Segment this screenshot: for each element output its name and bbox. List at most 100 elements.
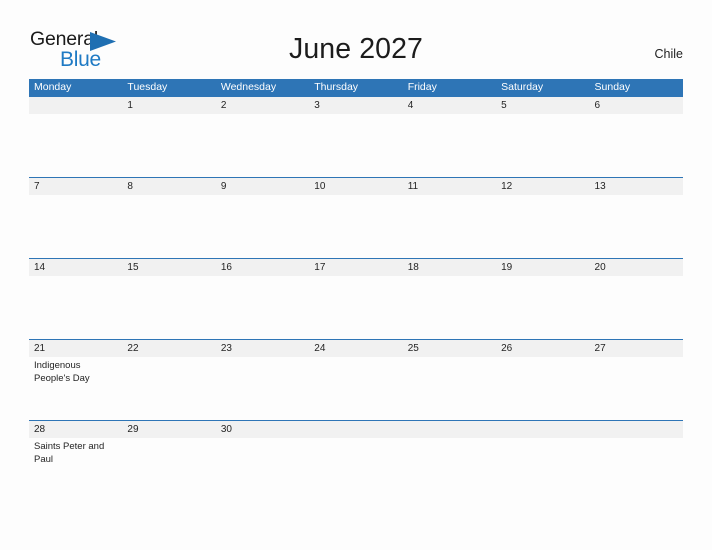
day-number[interactable] [590,421,683,438]
day-number[interactable]: 30 [216,421,309,438]
day-cell[interactable] [29,276,122,339]
day-number[interactable]: 25 [403,340,496,357]
day-cell[interactable] [403,195,496,258]
day-cell[interactable] [122,438,215,501]
day-cell[interactable] [309,114,402,177]
week-date-band: 28 29 30 [29,420,683,438]
day-number[interactable]: 27 [590,340,683,357]
day-number[interactable]: 29 [122,421,215,438]
day-cell[interactable] [403,276,496,339]
day-number[interactable]: 7 [29,178,122,195]
day-number[interactable]: 6 [590,97,683,114]
day-cell[interactable]: Indigenous People's Day [29,357,122,420]
day-number[interactable]: 10 [309,178,402,195]
day-number[interactable]: 3 [309,97,402,114]
weekday-header-row: Monday Tuesday Wednesday Thursday Friday… [29,79,683,96]
weekday-header-tuesday: Tuesday [127,81,168,93]
weekday-header-wednesday: Wednesday [220,81,277,93]
day-cell[interactable] [309,195,402,258]
day-number[interactable]: 9 [216,178,309,195]
page-title: June 2027 [288,33,424,65]
day-number[interactable]: 23 [216,340,309,357]
day-number[interactable]: 14 [29,259,122,276]
day-cell[interactable] [403,438,496,501]
day-cell[interactable] [496,195,589,258]
week-event-band: Indigenous People's Day [29,357,683,420]
day-number[interactable]: 15 [122,259,215,276]
week-row: 28 29 30 Saints Peter and Paul [29,420,683,501]
day-number[interactable]: 18 [403,259,496,276]
day-cell[interactable] [216,195,309,258]
day-number[interactable] [309,421,402,438]
day-cell[interactable] [403,114,496,177]
weekday-header-friday: Friday [407,81,437,93]
day-cell[interactable] [309,438,402,501]
day-cell[interactable] [590,114,683,177]
day-number[interactable] [403,421,496,438]
day-cell[interactable] [590,276,683,339]
day-cell[interactable] [496,114,589,177]
week-row: 1 2 3 4 5 6 [29,96,683,177]
week-date-band: 14 15 16 17 18 19 20 [29,258,683,276]
day-cell[interactable] [216,114,309,177]
weekday-header-sunday: Sunday [594,81,631,93]
day-number[interactable]: 16 [216,259,309,276]
holiday-text: Saints Peter and Paul [34,441,105,465]
day-cell[interactable] [590,357,683,420]
day-cell[interactable] [122,114,215,177]
day-cell[interactable] [403,357,496,420]
day-number[interactable]: 12 [496,178,589,195]
day-cell[interactable] [309,357,402,420]
region-label: Chile [654,47,684,61]
week-event-band [29,114,683,177]
day-number[interactable]: 2 [216,97,309,114]
day-number[interactable] [496,421,589,438]
week-event-band: Saints Peter and Paul [29,438,683,501]
week-row: 7 8 9 10 11 12 13 [29,177,683,258]
day-cell[interactable] [122,276,215,339]
day-number[interactable]: 8 [122,178,215,195]
week-row: 14 15 16 17 18 19 20 [29,258,683,339]
day-cell[interactable] [590,438,683,501]
month-calendar: Monday Tuesday Wednesday Thursday Friday… [29,79,683,501]
week-event-band [29,195,683,258]
day-number[interactable]: 19 [496,259,589,276]
week-date-band: 21 22 23 24 25 26 27 [29,339,683,357]
weekday-header-thursday: Thursday [314,81,359,93]
day-number[interactable]: 24 [309,340,402,357]
day-number[interactable]: 17 [309,259,402,276]
day-cell[interactable] [496,276,589,339]
day-cell[interactable] [29,195,122,258]
day-cell[interactable] [496,438,589,501]
day-number[interactable]: 21 [29,340,122,357]
holiday-text: Indigenous People's Day [34,360,90,384]
week-event-band [29,276,683,339]
day-cell[interactable] [590,195,683,258]
page-header: General Blue June 2027 Chile [0,0,712,80]
day-cell[interactable] [122,195,215,258]
day-number[interactable] [29,97,122,114]
week-date-band: 1 2 3 4 5 6 [29,96,683,114]
day-cell[interactable] [29,114,122,177]
day-number[interactable]: 4 [403,97,496,114]
day-number[interactable]: 1 [122,97,215,114]
day-cell[interactable]: Saints Peter and Paul [29,438,122,501]
weekday-header-saturday: Saturday [501,81,544,93]
day-cell[interactable] [216,357,309,420]
weekday-header-monday: Monday [34,81,72,93]
day-cell[interactable] [216,438,309,501]
day-number[interactable]: 22 [122,340,215,357]
day-number[interactable]: 11 [403,178,496,195]
day-cell[interactable] [122,357,215,420]
day-cell[interactable] [309,276,402,339]
week-row: 21 22 23 24 25 26 27 Indigenous People's… [29,339,683,420]
day-number[interactable]: 13 [590,178,683,195]
day-number[interactable]: 5 [496,97,589,114]
day-number[interactable]: 20 [590,259,683,276]
week-date-band: 7 8 9 10 11 12 13 [29,177,683,195]
calendar-page: General Blue June 2027 Chile Monday Tues… [0,0,712,550]
day-number[interactable]: 28 [29,421,122,438]
day-cell[interactable] [496,357,589,420]
day-cell[interactable] [216,276,309,339]
day-number[interactable]: 26 [496,340,589,357]
